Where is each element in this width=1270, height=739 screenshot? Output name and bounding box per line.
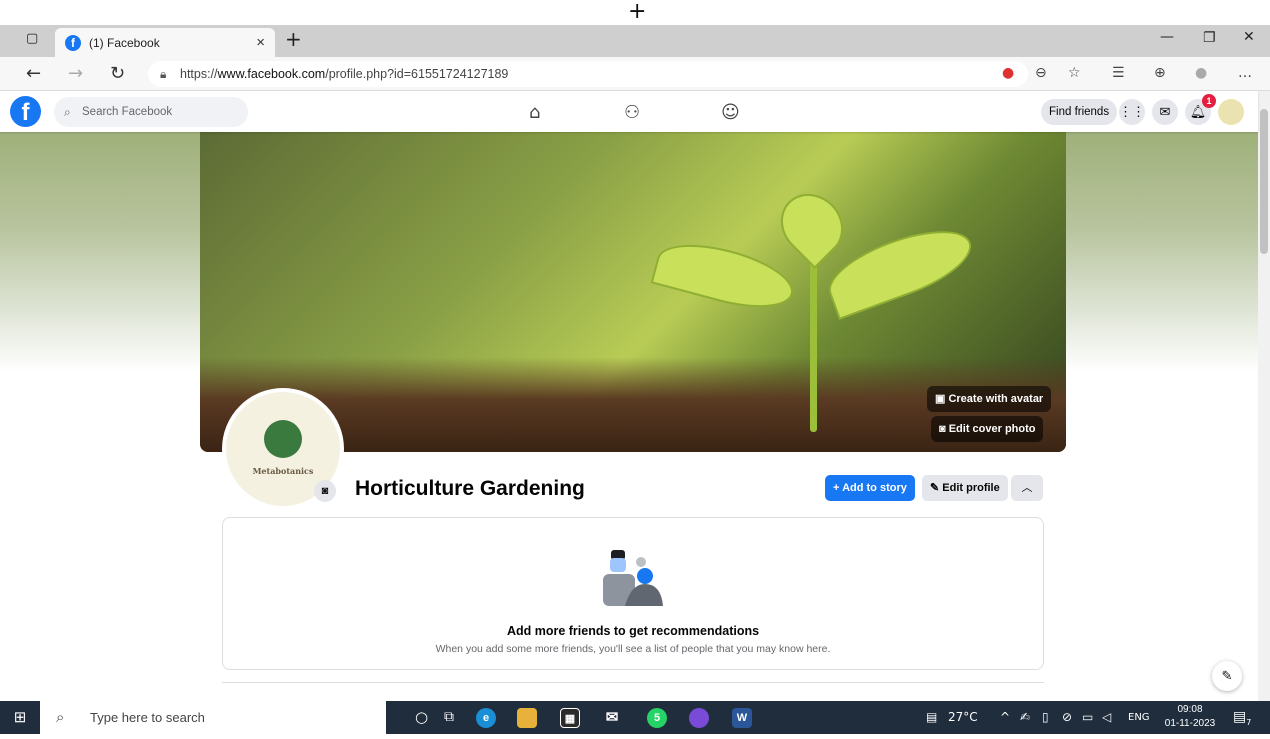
weather-icon[interactable]: ▤ bbox=[926, 701, 937, 734]
facebook-search-placeholder: Search Facebook bbox=[82, 106, 173, 118]
meet-icon[interactable]: ▭ bbox=[1082, 701, 1093, 734]
action-center-icon[interactable]: ▤7 bbox=[1233, 701, 1251, 734]
scrollbar-thumb[interactable] bbox=[1260, 109, 1268, 254]
create-with-avatar-label: Create with avatar bbox=[948, 393, 1044, 405]
plant-leaf-top bbox=[768, 181, 856, 269]
url-path: /profile.php?id=61551724127189 bbox=[325, 67, 509, 81]
new-tab-button[interactable]: + bbox=[285, 27, 302, 51]
battery-icon[interactable]: ▯ bbox=[1042, 701, 1049, 734]
volume-icon[interactable]: ◁ bbox=[1102, 701, 1111, 734]
facebook-logo-icon[interactable]: f bbox=[10, 96, 41, 127]
taskbar-search-placeholder: Type here to search bbox=[90, 710, 205, 725]
temperature[interactable]: 27°C bbox=[948, 701, 978, 734]
people-illustration-icon bbox=[603, 550, 663, 606]
profile-icon[interactable]: ● bbox=[1195, 65, 1207, 81]
browser-tab-strip: ▢ f (1) Facebook × + — ❐ ✕ bbox=[0, 25, 1270, 57]
profile-tabs-partial bbox=[222, 682, 1044, 701]
tray-chevron-icon[interactable]: ^ bbox=[1000, 701, 1010, 734]
store-icon[interactable]: ▦ bbox=[560, 708, 580, 728]
network-icon[interactable]: ⊘ bbox=[1062, 701, 1072, 734]
file-explorer-icon[interactable] bbox=[517, 708, 537, 728]
menu-grid-icon[interactable]: ⋮⋮ bbox=[1119, 99, 1145, 125]
friends-icon[interactable]: ⚇ bbox=[624, 102, 640, 123]
search-icon: ⌕ bbox=[64, 105, 71, 119]
plant-leaf-right bbox=[819, 216, 981, 320]
brand-emblem-icon bbox=[264, 420, 302, 458]
brand-text: Metabotanics bbox=[252, 466, 314, 476]
clock[interactable]: 09:08 01-11-2023 bbox=[1160, 703, 1220, 731]
address-bar-row: ← → ↻ 🔒︎ https://www.facebook.com/profil… bbox=[0, 57, 1270, 91]
clock-date: 01-11-2023 bbox=[1164, 718, 1216, 729]
add-to-story-button[interactable]: + Add to story bbox=[825, 475, 915, 501]
camera-icon[interactable]: ◙ bbox=[314, 480, 336, 502]
edge-icon[interactable]: e bbox=[476, 708, 496, 728]
more-icon[interactable]: … bbox=[1238, 65, 1252, 81]
pen-icon[interactable]: ✍ bbox=[1020, 701, 1030, 734]
facebook-favicon-icon: f bbox=[65, 34, 81, 51]
home-icon[interactable]: ⌂ bbox=[529, 102, 540, 123]
edit-profile-button[interactable]: ✎ Edit profile bbox=[922, 475, 1008, 501]
whatsapp-badge: 5 bbox=[653, 712, 661, 724]
new-message-icon[interactable]: ✎ bbox=[1212, 661, 1242, 691]
tab-close-icon[interactable]: × bbox=[256, 34, 265, 51]
collections-icon[interactable]: ⊕ bbox=[1154, 65, 1166, 81]
zoom-icon[interactable]: ⊖ bbox=[1035, 65, 1047, 81]
close-window-icon[interactable]: ✕ bbox=[1243, 29, 1255, 45]
copilot-icon[interactable] bbox=[689, 708, 709, 728]
groups-icon[interactable]: ☺ bbox=[721, 102, 740, 123]
edit-profile-label: Edit profile bbox=[942, 482, 1000, 494]
forward-icon[interactable]: → bbox=[68, 63, 83, 84]
whatsapp-icon[interactable]: 5 bbox=[647, 708, 667, 728]
chevron-up-icon[interactable]: ︿ bbox=[1011, 475, 1043, 501]
notification-badge: 1 bbox=[1202, 94, 1216, 108]
cursor-strip: + bbox=[0, 0, 1270, 25]
tab-actions-icon[interactable]: ▢ bbox=[26, 31, 38, 46]
cortana-icon[interactable]: ○ bbox=[415, 701, 428, 734]
task-view-icon[interactable]: ⧉ bbox=[444, 701, 454, 734]
word-icon[interactable]: W bbox=[732, 708, 752, 728]
plant-leaf-left bbox=[650, 232, 800, 320]
url-field[interactable]: 🔒︎ https://www.facebook.com/profile.php?… bbox=[148, 61, 1028, 87]
back-icon[interactable]: ← bbox=[26, 63, 41, 84]
edit-cover-photo-label: Edit cover photo bbox=[948, 423, 1036, 435]
messenger-icon[interactable]: ✉ bbox=[1152, 99, 1178, 125]
action-center-badge: 7 bbox=[1246, 717, 1252, 727]
url-prefix: https:// bbox=[180, 67, 218, 81]
facebook-search-input[interactable]: ⌕ Search Facebook bbox=[54, 97, 248, 127]
create-with-avatar-button[interactable]: ▣ Create with avatar bbox=[927, 386, 1052, 412]
browser-tab[interactable]: f (1) Facebook × bbox=[55, 28, 275, 57]
recommendations-subtext: When you add some more friends, you'll s… bbox=[435, 643, 831, 655]
tracking-blocked-icon[interactable]: ● bbox=[1002, 65, 1014, 81]
mail-icon[interactable]: ✉ bbox=[602, 708, 622, 728]
windows-start-icon[interactable]: ⊞ bbox=[0, 701, 40, 734]
edit-cover-photo-button[interactable]: ◙ Edit cover photo bbox=[931, 416, 1044, 442]
favorite-star-icon[interactable]: ☆ bbox=[1068, 65, 1081, 81]
recommendations-heading: Add more friends to get recommendations bbox=[506, 624, 760, 638]
profile-name: Horticulture Gardening bbox=[355, 477, 585, 500]
minimize-icon[interactable]: — bbox=[1160, 29, 1174, 45]
restore-icon[interactable]: ❐ bbox=[1203, 30, 1216, 46]
account-avatar[interactable] bbox=[1218, 99, 1244, 125]
crosshair-icon: + bbox=[628, 0, 647, 24]
find-friends-button[interactable]: Find friends bbox=[1041, 99, 1118, 125]
tab-title: (1) Facebook bbox=[89, 35, 160, 50]
cover-photo[interactable]: ▣ Create with avatar ◙ Edit cover photo bbox=[200, 132, 1066, 452]
lock-icon: 🔒︎ bbox=[160, 67, 167, 81]
clock-time: 09:08 bbox=[1177, 704, 1203, 715]
taskbar-search-input[interactable]: ⌕ Type here to search bbox=[40, 701, 386, 734]
language-indicator[interactable]: ENG bbox=[1128, 701, 1150, 734]
taskbar-search-icon: ⌕ bbox=[56, 708, 65, 726]
page-scrollbar[interactable] bbox=[1258, 91, 1270, 701]
refresh-icon[interactable]: ↻ bbox=[110, 63, 125, 84]
windows-taskbar: ⊞ ⌕ Type here to search ○ ⧉ e ▦ ✉ 5 W ▤ … bbox=[0, 701, 1270, 734]
facebook-header: f ⌕ Search Facebook ⌂ ⚇ ☺ Find friends ⋮… bbox=[0, 91, 1258, 132]
url-domain: www.facebook.com bbox=[217, 67, 326, 81]
favorites-icon[interactable]: ☰ bbox=[1112, 65, 1125, 81]
recommendations-card: Add more friends to get recommendations … bbox=[222, 517, 1044, 670]
